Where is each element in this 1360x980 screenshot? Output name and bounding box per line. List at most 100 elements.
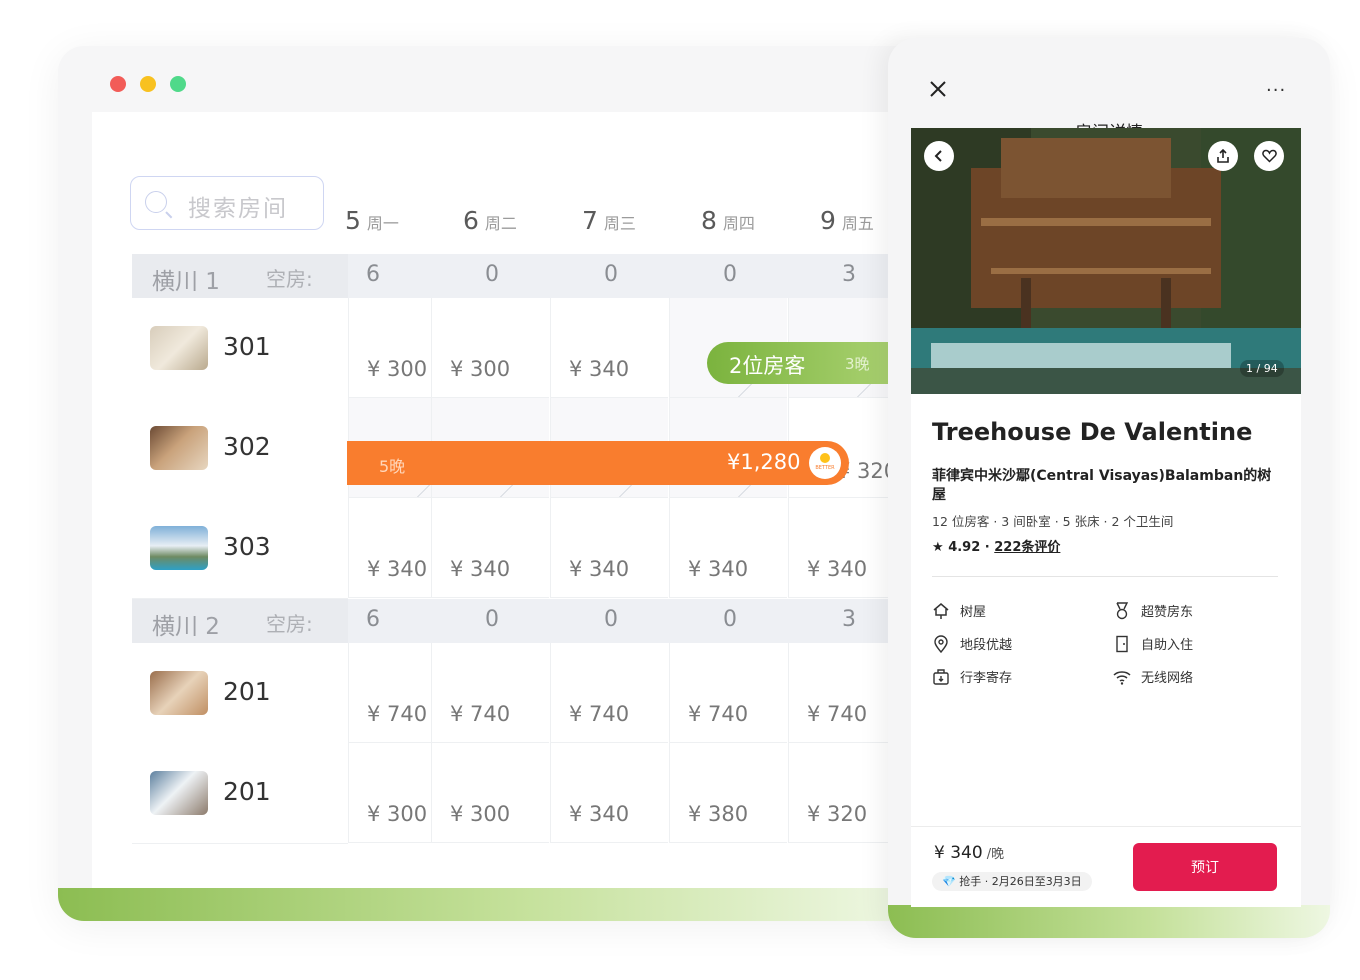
price-cell[interactable]: ¥ 300 [431,298,549,398]
booking-bar-green[interactable]: 2位房客 3晚 [707,342,890,384]
amenity-item: 地段优越 [932,634,1012,653]
day-header[interactable]: 9 周五 [820,206,874,235]
share-icon [1217,149,1229,163]
location-pin-icon [934,634,948,653]
more-options-icon[interactable]: ··· [1266,80,1286,101]
day-header[interactable]: 5 周一 [345,206,399,235]
booking-amount: ¥1,280 [727,450,801,474]
booking-nights: 3晚 [845,355,870,373]
price-cell[interactable]: ¥ 300 [431,743,549,843]
room-row-header[interactable]: 301 [132,298,348,399]
room-row-header[interactable]: 303 [132,498,348,599]
price-cell[interactable]: ¥ 740 [550,643,668,743]
room-thumbnail [150,326,208,370]
price-cell[interactable]: ¥ 340 [550,743,668,843]
favorite-button[interactable] [1254,141,1284,171]
search-icon [145,191,167,213]
heart-icon [1261,149,1277,163]
window-accent-strip [58,888,898,921]
treehouse-photo-illustration [911,128,1301,394]
price-cell[interactable]: ¥ 380 [669,743,787,843]
price-cell[interactable]: ¥ 340 [431,498,549,598]
chevron-left-icon [934,150,942,162]
group-band: 横川 1 空房: 6 0 0 0 3 [132,254,890,298]
day-header[interactable]: 8 周四 [701,206,755,235]
room-thumbnail [150,771,208,815]
price-cell[interactable]: ¥ 340 [788,498,890,598]
treehouse-icon [933,602,949,619]
listing-title: Treehouse De Valentine [932,418,1253,446]
vacancy-count: 0 [723,607,737,632]
price-cell[interactable]: ¥ 340 [550,498,668,598]
room-row-header[interactable]: 201 [132,643,348,744]
vacancy-count: 3 [842,607,856,632]
room-thumbnail [150,526,208,570]
minimize-window-dot[interactable] [140,76,156,92]
listing-photo[interactable] [911,128,1301,394]
vacancy-count: 0 [604,607,618,632]
amenity-item: 行李寄存 [932,667,1012,686]
room-row-header[interactable]: 302 [132,398,348,499]
amenity-item: 超赞房东 [1113,601,1193,620]
room-number: 201 [223,777,271,806]
nightly-price: ¥ 340 /晚 [934,843,1005,863]
room-number: 301 [223,332,271,361]
book-button[interactable]: 预订 [1133,843,1277,891]
group-band: 横川 2 空房: 6 0 0 0 3 [132,599,890,643]
room-thumbnail [150,671,208,715]
vacancy-count: 6 [366,262,380,287]
reviews-link[interactable]: 222条评价 [994,540,1060,555]
close-window-dot[interactable] [110,76,126,92]
superhost-medal-icon [1116,601,1129,619]
booking-nights: 5晚 [379,457,406,476]
photo-counter: 1 / 94 [1240,360,1284,377]
room-number: 201 [223,677,271,706]
divider [932,576,1278,577]
room-row-header[interactable]: 201 [132,743,348,844]
room-number: 303 [223,532,271,561]
listing-rating: ★ 4.92 · 222条评价 [932,540,1061,555]
price-cell[interactable]: ¥ 740 [788,643,890,743]
window-controls [110,76,186,92]
diamond-icon: 💎 [942,875,956,888]
listing-meta: 12 位房客 · 3 间卧室 · 5 张床 · 2 个卫生间 [932,514,1174,529]
search-input[interactable]: 搜索房间 [130,176,324,230]
listing-subtitle: 菲律宾中米沙鄢(Central Visayas)Balamban的树屋 [932,468,1272,503]
amenity-item: 树屋 [932,601,986,620]
share-button[interactable] [1208,141,1238,171]
day-header[interactable]: 6 周二 [463,206,517,235]
booking-guests: 2位房客 [729,354,806,378]
door-icon [1116,635,1128,652]
maximize-window-dot[interactable] [170,76,186,92]
vacancy-count: 0 [723,262,737,287]
room-number: 302 [223,432,271,461]
amenity-item: 自助入住 [1113,634,1193,653]
day-header[interactable]: 7 周三 [582,206,636,235]
back-button[interactable] [924,141,954,171]
panel-accent-strip [888,905,1330,938]
group-name: 横川 1 [152,269,220,295]
vacancy-count: 3 [842,262,856,287]
vacancy-count: 6 [366,607,380,632]
luggage-icon [933,668,949,685]
price-cell[interactable]: ¥ 340 [550,298,668,398]
vacancy-count: 0 [485,262,499,287]
vacancy-label: 空房: [266,267,313,291]
vacancy-label: 空房: [266,612,313,636]
channel-logo: BETTER [809,447,841,479]
close-icon[interactable] [927,78,949,100]
deal-badge: 💎 抢手 · 2月26日至3月3日 [932,872,1092,891]
price-cell[interactable]: ¥ 740 [431,643,549,743]
amenity-item: 无线网络 [1113,667,1193,686]
search-placeholder: 搜索房间 [188,196,288,222]
booking-bar-orange[interactable]: 5晚 ¥1,280 BETTER [347,441,849,485]
vacancy-count: 0 [604,262,618,287]
vacancy-count: 0 [485,607,499,632]
room-thumbnail [150,426,208,470]
price-cell[interactable]: ¥ 740 [669,643,787,743]
price-cell[interactable]: ¥ 340 [669,498,787,598]
group-name: 横川 2 [152,614,220,640]
price-cell[interactable]: ¥ 320 [788,743,890,843]
wifi-icon [1113,670,1131,685]
star-icon: ★ [932,540,944,555]
